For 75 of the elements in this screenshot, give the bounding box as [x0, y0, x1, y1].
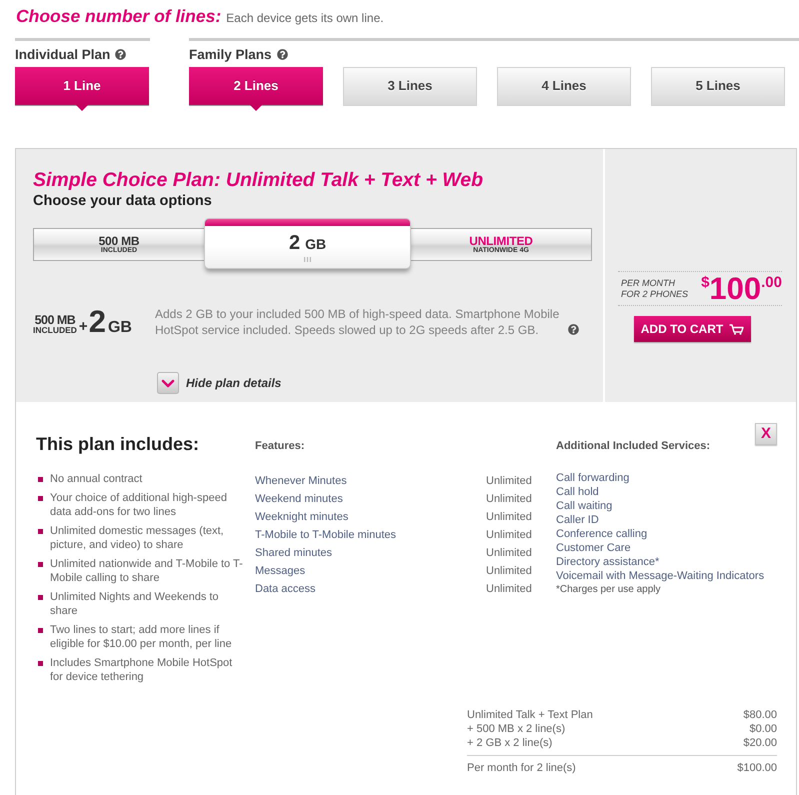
page-title: Choose number of lines: [16, 5, 222, 28]
bullet-icon [38, 496, 43, 501]
feature-name: Whenever Minutes [255, 475, 347, 487]
plan-feature-text: Two lines to start; add more lines if eligible for $10.00 per month, per line [50, 623, 233, 651]
feature-value: Unlimited [486, 529, 532, 541]
plan-feature-text: Your choice of additional high-speed data add-ons for two lines [50, 491, 228, 519]
bullet-icon [38, 562, 43, 567]
included-data-note: INCLUDED [33, 326, 77, 335]
services-heading: Additional Included Services: [556, 439, 710, 453]
data-options-heading: Choose your data options [33, 192, 213, 211]
plan-description: Adds 2 GB to your included 500 MB of high-speed data. Smartphone Mobile HotSpot service included. Speeds slowed up to 2G speeds after 2.5 GB. [155, 306, 560, 338]
plan-feature-text: Unlimited domestic messages (text, picture, and video) to share [50, 524, 225, 552]
hide-details-button[interactable]: Hide plan details [157, 372, 282, 394]
cost-label: Unlimited Talk + Text Plan [467, 708, 593, 722]
line-count-tab[interactable]: 2 Lines [189, 67, 323, 111]
plan-feature-text: No annual contract [50, 472, 144, 486]
line-count-tab[interactable]: 4 Lines [497, 67, 631, 106]
plan-feature-text: Unlimited nationwide and T-Mobile to T-Mobile calling to share [50, 557, 243, 585]
service-name: Caller ID [556, 513, 599, 527]
cart-icon [729, 324, 744, 334]
feature-name: Weekend minutes [255, 493, 343, 505]
service-name: Call hold [556, 485, 599, 499]
bullet-icon [38, 477, 43, 482]
help-icon[interactable] [568, 324, 579, 335]
service-name: Directory assistance* [556, 555, 660, 569]
price-caption: PER MONTH FOR 2 PHONES [621, 278, 688, 300]
cost-amount: $80.00 [743, 708, 777, 722]
plan-group-label: Individual Plan [15, 47, 110, 62]
grip-icon [304, 257, 311, 262]
service-name: Call waiting [556, 499, 612, 513]
feature-name: Data access [255, 583, 316, 595]
included-data-amount: 500 MB [34, 315, 76, 326]
service-name: Customer Care [556, 541, 631, 555]
close-button[interactable]: X [755, 423, 777, 445]
charges-note: *Charges per use apply [556, 583, 661, 596]
slider-thumb[interactable]: 2 GB [205, 219, 410, 268]
feature-name: Weeknight minutes [255, 511, 348, 523]
cost-amount: $0.00 [749, 722, 777, 736]
feature-value: Unlimited [486, 493, 532, 505]
bullet-icon [38, 529, 43, 534]
add-to-cart-button[interactable]: ADD TO CART [634, 316, 751, 342]
cost-label: + 2 GB x 2 line(s) [467, 736, 552, 750]
feature-value: Unlimited [486, 547, 532, 559]
feature-value: Unlimited [486, 565, 532, 577]
plus-sign: + [78, 318, 88, 336]
plan-title: Simple Choice Plan: Unlimited Talk + Text + Web [33, 168, 484, 192]
bullet-icon [38, 595, 43, 600]
line-count-tab[interactable]: 1 Line [15, 67, 149, 111]
feature-name: T-Mobile to T-Mobile minutes [255, 529, 396, 541]
service-name: Call forwarding [556, 471, 630, 485]
bullet-icon [38, 661, 43, 666]
page-subtitle: Each device gets its own line. [226, 11, 384, 25]
plan-feature-text: Includes Smartphone Mobile HotSpot for device tethering [50, 656, 234, 684]
features-heading: Features: [255, 439, 306, 454]
total-amount: $100.00 [737, 761, 777, 775]
addon-data-size: 2 GB [88, 308, 132, 341]
line-count-tab[interactable]: 5 Lines [651, 67, 785, 106]
service-name: Voicemail with Message-Waiting Indicators [556, 569, 764, 583]
bullet-icon [38, 628, 43, 633]
help-icon[interactable] [115, 49, 126, 60]
chevron-icon [157, 372, 179, 394]
feature-name: Messages [255, 565, 306, 577]
cost-label: + 500 MB x 2 line(s) [467, 722, 566, 736]
plan-feature-text: Unlimited Nights and Weekends to share [50, 590, 220, 618]
feature-value: Unlimited [486, 583, 532, 595]
total-label: Per month for 2 line(s) [467, 761, 576, 775]
feature-value: Unlimited [486, 475, 532, 487]
service-name: Conference calling [556, 527, 648, 541]
line-count-tab[interactable]: 3 Lines [343, 67, 477, 106]
feature-value: Unlimited [486, 511, 532, 523]
feature-name: Shared minutes [255, 547, 332, 559]
plan-group-label: Family Plans [189, 47, 272, 62]
includes-heading: This plan includes: [36, 433, 200, 455]
help-icon[interactable] [276, 49, 288, 60]
cost-amount: $20.00 [743, 736, 777, 750]
